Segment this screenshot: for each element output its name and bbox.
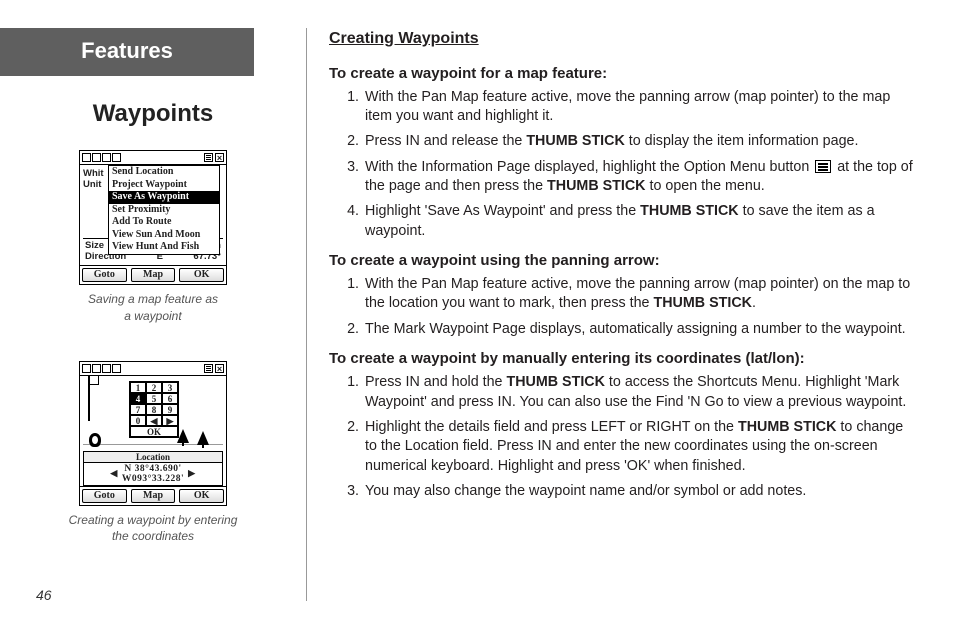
device2-titlebar: × (80, 362, 226, 376)
step: Press IN and hold the THUMB STICK to acc… (363, 373, 914, 412)
device1-titlebar: × (80, 151, 226, 165)
step: The Mark Waypoint Page displays, automat… (363, 320, 914, 339)
device-screenshot-1: × Whit Unit Send Location Project Waypoi… (79, 150, 227, 285)
subhead-map-feature: To create a waypoint for a map feature: (329, 64, 914, 84)
device1-goto-button: Goto (82, 268, 127, 282)
location-label: Location (84, 452, 222, 463)
step: Highlight 'Save As Waypoint' and press t… (363, 202, 914, 241)
device2-goto-button: Goto (82, 489, 127, 503)
device1-ok-button: OK (179, 268, 224, 282)
menu-item: View Hunt And Fish (109, 241, 219, 254)
option-menu-icon (815, 160, 831, 173)
step: You may also change the waypoint name an… (363, 482, 914, 501)
numeric-keypad: 123 456 789 0◀▶ OK (129, 381, 179, 438)
menu-item: Add To Route (109, 216, 219, 229)
close-icon: × (215, 364, 224, 373)
location-box: Location ◀ N 38°43.690' W093°33.228' ▶ (83, 451, 223, 486)
device2-ok-button: OK (179, 489, 224, 503)
menu-item: Project Waypoint (109, 179, 219, 192)
subhead-panning-arrow: To create a waypoint using the panning a… (329, 251, 914, 271)
right-arrow-icon: ▶ (188, 468, 195, 479)
menu-item: Set Proximity (109, 204, 219, 217)
page-number: 46 (36, 587, 52, 603)
device2-map-button: Map (131, 489, 176, 503)
main-content: Creating Waypoints To create a waypoint … (306, 28, 918, 601)
step: With the Information Page displayed, hig… (363, 158, 914, 197)
menu-item-selected: Save As Waypoint (109, 191, 219, 204)
step: With the Pan Map feature active, move th… (363, 275, 914, 314)
subhead-coordinates: To create a waypoint by manually enterin… (329, 349, 914, 369)
caption-2: Creating a waypoint by enteringthe coord… (69, 512, 238, 546)
menu-icon (204, 364, 213, 373)
caption-1: Saving a map feature asa waypoint (88, 291, 218, 325)
tree-icon (197, 431, 209, 445)
heading-creating-waypoints: Creating Waypoints (329, 28, 914, 50)
features-tab: Features (0, 28, 254, 76)
device-screenshot-2: × 123 456 789 0◀▶ OK (79, 361, 227, 506)
menu-item: View Sun And Moon (109, 229, 219, 242)
menu-icon (204, 153, 213, 162)
close-icon: × (215, 153, 224, 162)
longitude-value: W093°33.228' (122, 474, 184, 484)
latitude-value: N 38°43.690' (124, 464, 181, 474)
flag-icon (84, 375, 94, 421)
device1-map-button: Map (131, 268, 176, 282)
section-title: Waypoints (93, 100, 213, 128)
device1-popup-menu: Send Location Project Waypoint Save As W… (108, 165, 220, 255)
step: Press IN and release the THUMB STICK to … (363, 132, 914, 151)
size-label: Size (85, 240, 104, 251)
step: Highlight the details field and press LE… (363, 418, 914, 476)
left-arrow-icon: ◀ (110, 468, 117, 479)
step: With the Pan Map feature active, move th… (363, 88, 914, 127)
menu-item: Send Location (109, 166, 219, 179)
